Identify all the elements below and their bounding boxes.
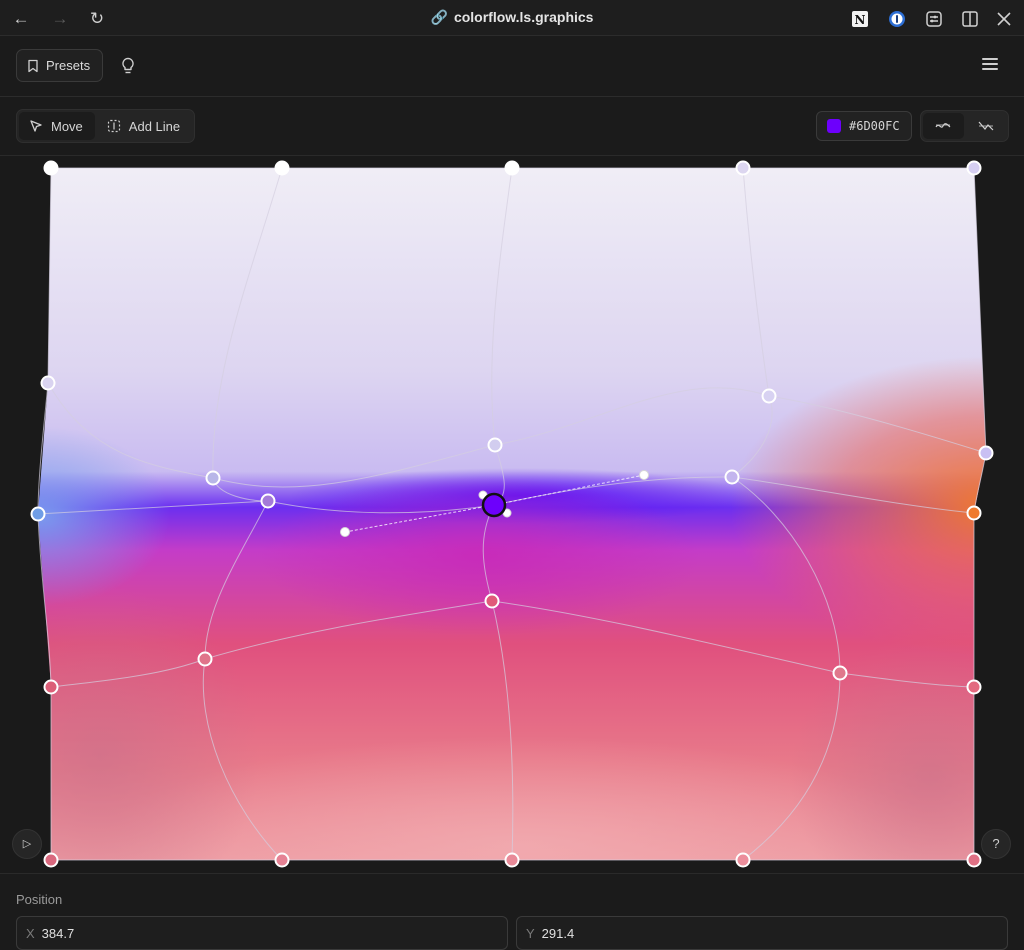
lightbulb-icon[interactable] (118, 56, 138, 76)
presets-button[interactable]: Presets (16, 49, 104, 82)
mesh-control-point[interactable] (260, 493, 276, 509)
tool-bar: Move Add Line #6D00FC (0, 97, 1024, 156)
mesh-control-point[interactable] (43, 679, 59, 695)
mesh-control-point[interactable] (966, 679, 982, 695)
mesh-control-point[interactable] (504, 160, 520, 176)
mesh-control-point[interactable] (724, 469, 740, 485)
mesh-control-point[interactable] (484, 593, 500, 609)
mesh-control-point[interactable] (487, 437, 503, 453)
mesh-control-point[interactable] (43, 160, 59, 176)
url-text: colorflow.ls.graphics (453, 9, 594, 25)
mesh-control-point[interactable] (761, 388, 777, 404)
mesh-control-point[interactable] (966, 160, 982, 176)
move-tool-button[interactable]: Move (19, 112, 95, 140)
properties-panel: Position X 384.7 Y 291.4 (0, 873, 1024, 950)
mesh-control-point[interactable] (30, 506, 46, 522)
mesh-control-point[interactable] (43, 852, 59, 868)
mesh-control-point[interactable] (205, 470, 221, 486)
split-view-icon[interactable] (960, 9, 980, 29)
x-axis-label: X (26, 926, 35, 941)
address-bar[interactable]: 🔗 colorflow.ls.graphics (0, 9, 1024, 26)
smooth-curve-icon (935, 123, 951, 128)
mesh-gradient-canvas[interactable] (0, 156, 1024, 873)
move-label: Move (51, 118, 83, 134)
mesh-control-point[interactable] (832, 665, 848, 681)
color-swatch (827, 119, 841, 133)
tool-switch: Move Add Line (16, 109, 196, 143)
notion-icon[interactable]: N (850, 9, 870, 29)
y-position-field[interactable]: Y 291.4 (516, 916, 1008, 950)
bookmark-icon (28, 59, 38, 72)
close-icon[interactable] (994, 9, 1014, 29)
app-header: Presets (0, 36, 1024, 97)
hamburger-menu-icon[interactable] (982, 58, 998, 72)
x-position-field[interactable]: X 384.7 (16, 916, 508, 950)
mesh-control-point[interactable] (40, 375, 56, 391)
browser-bar: ← → ↻ 🔗 colorflow.ls.graphics N (0, 0, 1024, 36)
color-picker-button[interactable]: #6D00FC (816, 111, 912, 141)
pointer-icon (30, 120, 42, 132)
add-line-label: Add Line (128, 118, 181, 134)
mesh-control-point[interactable] (274, 160, 290, 176)
presets-label: Presets (46, 58, 91, 73)
selected-mesh-point[interactable] (481, 492, 507, 518)
y-value: 291.4 (541, 926, 575, 941)
add-line-icon (107, 119, 120, 133)
sharp-mode-button[interactable] (966, 113, 1007, 139)
play-button[interactable]: ▷ (12, 829, 42, 859)
smooth-mode-button[interactable] (923, 113, 964, 139)
sharp-curve-icon (978, 121, 994, 131)
add-line-tool-button[interactable]: Add Line (97, 112, 192, 140)
handle-point (340, 527, 350, 537)
mesh-control-point[interactable] (735, 852, 751, 868)
link-icon: 🔗 (430, 9, 448, 25)
sliders-icon[interactable] (924, 9, 944, 29)
position-label: Position (16, 892, 63, 907)
mesh-control-point[interactable] (978, 445, 994, 461)
color-hex: #6D00FC (849, 119, 900, 133)
mesh-control-point[interactable] (274, 852, 290, 868)
y-axis-label: Y (526, 926, 535, 941)
help-button[interactable]: ? (981, 829, 1011, 859)
x-value: 384.7 (41, 926, 75, 941)
line-mode-switch (920, 110, 1009, 142)
svg-text:N: N (855, 13, 866, 27)
mesh-control-point[interactable] (966, 505, 982, 521)
mesh-control-point[interactable] (197, 651, 213, 667)
mesh-control-point[interactable] (735, 160, 751, 176)
mesh-control-point[interactable] (966, 852, 982, 868)
mesh-control-point[interactable] (504, 852, 520, 868)
onepassword-icon[interactable] (887, 9, 907, 29)
gradient-canvas-area: ▷ ? (0, 156, 1024, 873)
handle-point (639, 470, 649, 480)
